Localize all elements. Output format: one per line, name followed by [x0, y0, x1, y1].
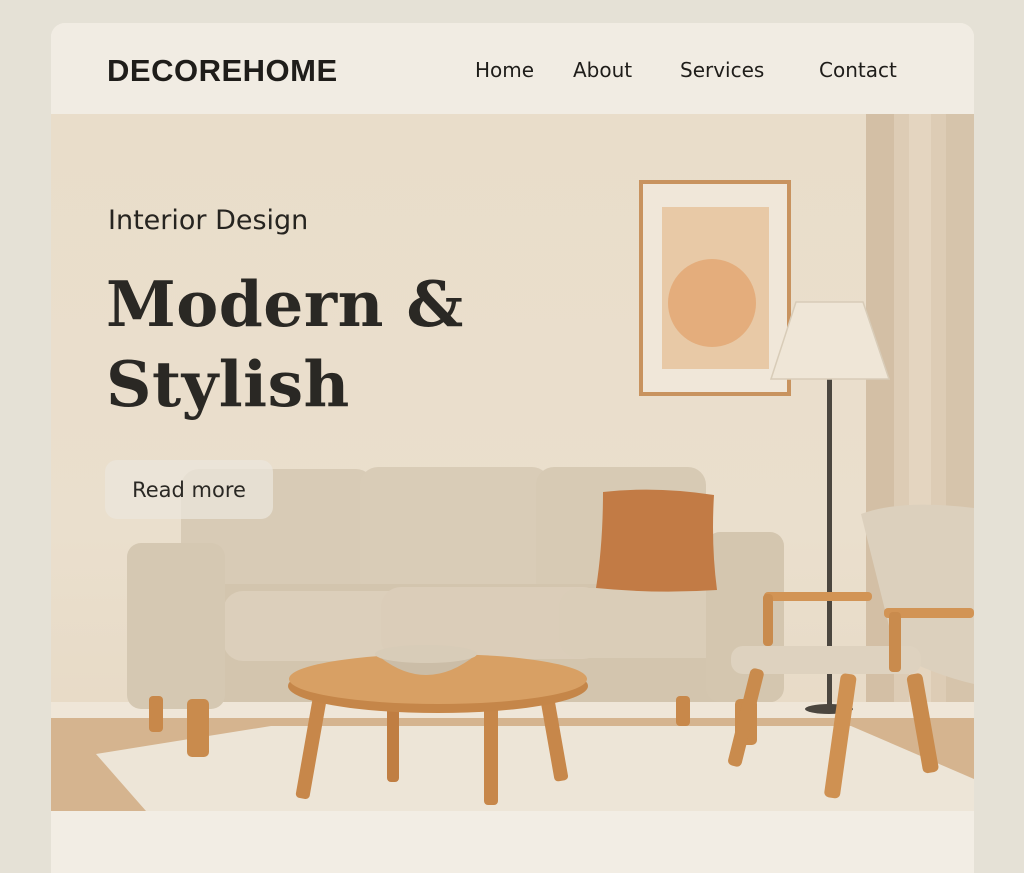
cushion-icon	[596, 489, 717, 592]
nav-services[interactable]: Services	[680, 58, 764, 82]
hero-headline: Modern & Stylish	[106, 264, 464, 424]
content-section-start	[51, 811, 974, 873]
nav-home[interactable]: Home	[475, 58, 534, 82]
nav-contact[interactable]: Contact	[819, 58, 897, 82]
hero-section: Interior Design Modern & Stylish Read mo…	[51, 114, 974, 811]
nav-about[interactable]: About	[573, 58, 632, 82]
headline-line-1: Modern &	[106, 267, 464, 341]
headline-line-2: Stylish	[106, 347, 350, 421]
framed-art-icon	[639, 180, 791, 396]
read-more-button[interactable]: Read more	[105, 460, 273, 519]
top-navbar: DECOREHOME Home About Services Contact	[51, 23, 974, 114]
hero-kicker: Interior Design	[108, 205, 309, 236]
page-card: DECOREHOME Home About Services Contact I…	[51, 23, 974, 873]
brand-logo[interactable]: DECOREHOME	[107, 53, 338, 89]
